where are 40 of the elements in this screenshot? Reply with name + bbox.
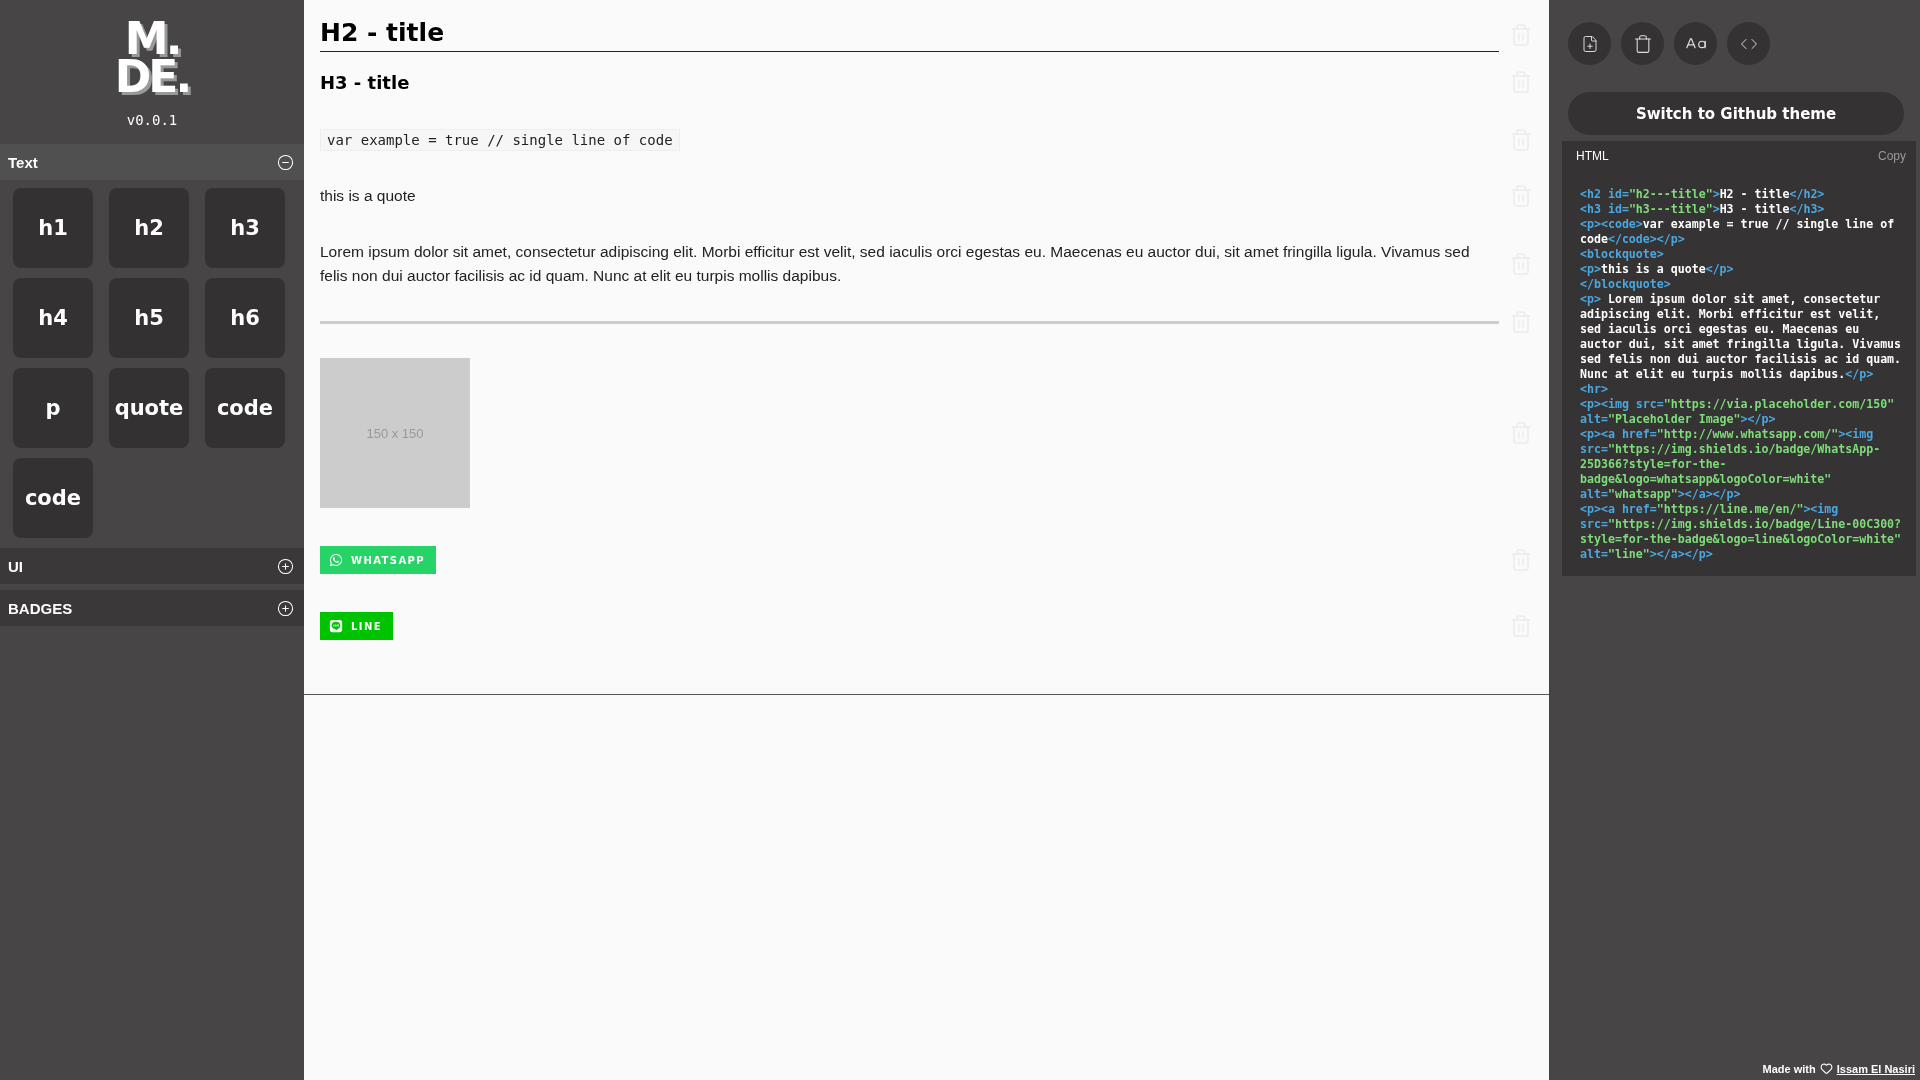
trash-icon <box>1632 33 1653 54</box>
collapse-icon[interactable] <box>277 153 294 171</box>
expand-icon[interactable] <box>277 557 294 575</box>
section-header[interactable]: BADGES <box>0 590 304 626</box>
element-tile[interactable]: quote <box>109 368 189 448</box>
section-title: BADGES <box>8 599 73 617</box>
phone-bubble-icon <box>329 553 343 567</box>
delete-button[interactable] <box>1621 22 1664 65</box>
logo: M. DE. <box>114 20 190 96</box>
element-tile[interactable]: h4 <box>13 278 93 358</box>
font-button[interactable] <box>1674 22 1717 65</box>
author-link[interactable]: Issam El Nasiri <box>1836 1062 1915 1075</box>
element-tile[interactable]: h3 <box>205 188 285 268</box>
chat-bubble-icon <box>329 619 343 633</box>
paragraph: Lorem ipsum dolor sit amet, consectetur adipiscing elit. Morbi efficitur est velit, sed iaculis orci egestas eu. Maecenas eu auctor dui, sit amet fringilla ligula. Vivamus sed felis non dui auctor facilisis ac id quam. Nunc at elit eu turpis mollis dapibus. <box>320 242 1471 286</box>
expand-icon[interactable] <box>277 599 294 617</box>
theme-button[interactable]: Switch to Github theme <box>1568 92 1904 135</box>
section-title: Text <box>8 153 38 171</box>
copy-button[interactable]: Copy <box>1878 149 1906 163</box>
version-label: v0.0.1 <box>126 112 178 128</box>
quote-text: this is a quote <box>320 186 417 206</box>
element-tile[interactable]: h5 <box>109 278 189 358</box>
footer-text: Made with <box>1762 1062 1816 1075</box>
element-tile[interactable]: code <box>13 458 93 538</box>
element-tile[interactable]: code <box>205 368 285 448</box>
section-header[interactable]: Text <box>0 144 304 180</box>
element-tile[interactable]: p <box>13 368 93 448</box>
subheading: H3 - title <box>320 71 411 93</box>
element-tile[interactable]: h1 <box>13 188 93 268</box>
element-tile[interactable]: h2 <box>109 188 189 268</box>
html-code: <h2 id="h2---title">H2 - title</h2> <h3 id="h3---title">H3 - title</h3> <p><code>var example = true // single line of code</code></p> <blockquote> <p>this is a quote</p> </blockquote> <p> Lorem ipsum dolor sit amet, consectetur adipiscing elit. Morbi efficitur est velit, sed iaculis orci egestas eu. Maecenas eu auctor dui, sit amet fringilla ligula. Vivamus sed felis non dui auctor facilisis ac id quam. Nunc at elit eu turpis mollis dapibus.</p> <hr> <p><img src="https://via.placeholder.com/150" alt="Placeholder Image"></p> <p><a href="http://www.whatsapp.com/"><img src="https://img.shields.io/badge/WhatsApp-25D366?style=for-the-badge&logo=whatsapp&logoColor=white" alt="whatsapp"></a></p> <p><a href="https://line.me/en/"><img src="https://img.shields.io/badge/Line-00C300?style=for-the-badge&logo=line&logoColor=white" alt="line"></a></p> <box>1579 187 1903 562</box>
panel-title: HTML <box>1576 149 1609 163</box>
new-file-button[interactable] <box>1568 22 1611 65</box>
code-button[interactable] <box>1727 22 1770 65</box>
heading: H2 - title <box>320 18 1499 52</box>
section-header[interactable]: UI <box>0 548 304 584</box>
section-title: UI <box>8 557 23 575</box>
heart-icon <box>1819 1062 1833 1075</box>
element-tile[interactable]: h6 <box>205 278 285 358</box>
file-plus-icon <box>1580 34 1599 53</box>
